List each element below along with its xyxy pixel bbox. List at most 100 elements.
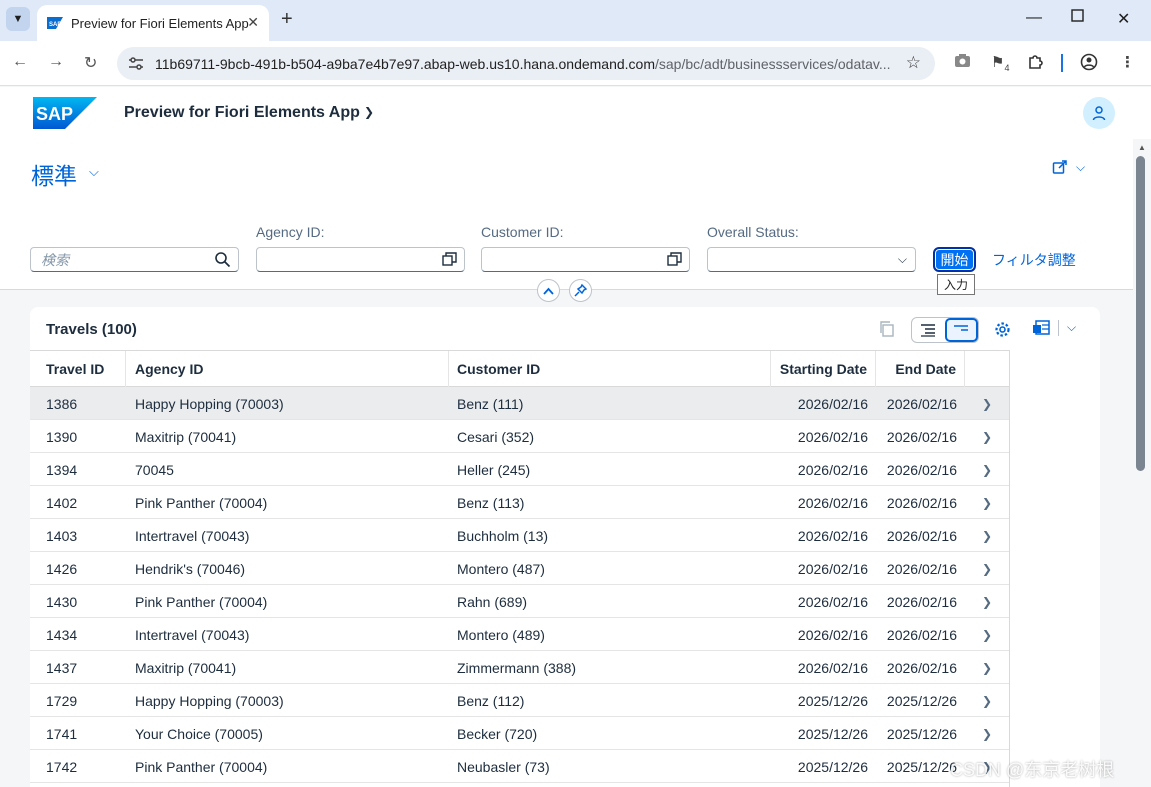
table-cell: 2026/02/16 — [886, 626, 957, 643]
customer-id-field[interactable] — [481, 247, 690, 272]
table-row[interactable]: 1434 Intertravel (70043) Montero (489) 2026… — [30, 618, 1009, 651]
tab-close-icon[interactable]: ✕ — [247, 14, 259, 31]
column-header-agency-id[interactable]: Agency ID — [126, 351, 449, 387]
row-navigation-chevron-icon[interactable]: ❯ — [982, 618, 992, 651]
table-cell: 1437 — [46, 659, 78, 676]
row-navigation-chevron-icon[interactable]: ❯ — [982, 420, 992, 453]
extensions-puzzle-icon[interactable] — [1027, 53, 1044, 70]
value-help-icon[interactable] — [667, 252, 682, 267]
table-cell: Benz (111) — [457, 395, 524, 412]
table-cell: 2026/02/16 — [886, 560, 957, 577]
tab-title: Preview for Fiori Elements App — [71, 15, 249, 31]
column-header-starting-date[interactable]: Starting Date — [771, 351, 876, 387]
overall-status-select[interactable]: ⌵ — [707, 247, 916, 272]
page-scrollbar[interactable]: ▲ — [1133, 139, 1151, 787]
table-row[interactable]: 1742 Pink Panther (70004) Neubasler (73) 20… — [30, 750, 1009, 783]
variant-chevron-down-icon[interactable]: ⌵ — [89, 164, 99, 180]
scroll-up-arrow-icon[interactable]: ▲ — [1138, 143, 1146, 152]
table-cell: Hendrik's (70046) — [135, 560, 246, 577]
overall-status-label: Overall Status: — [707, 224, 799, 240]
copy-icon[interactable] — [879, 321, 895, 337]
pin-header-button[interactable] — [569, 279, 592, 302]
flag-extension-icon[interactable]: ⚑4 — [991, 53, 1009, 73]
table-cell: Intertravel (70043) — [135, 527, 250, 544]
collapse-tree-button[interactable] — [944, 318, 978, 342]
table-cell: 2026/02/16 — [886, 428, 957, 445]
forward-arrow-icon[interactable]: → — [48, 53, 64, 71]
settings-gear-icon[interactable] — [994, 321, 1011, 338]
column-header-end-date[interactable]: End Date — [876, 351, 965, 387]
sap-logo[interactable]: SAP — [33, 97, 97, 129]
address-bar[interactable]: 11b69711-9bcb-491b-b504-a9ba7e4b7e97.aba… — [117, 47, 935, 80]
value-help-icon[interactable] — [442, 252, 457, 267]
bookmark-star-icon[interactable]: ☆ — [906, 53, 921, 73]
maximize-icon[interactable] — [1071, 9, 1084, 27]
table-cell: 2025/12/26 — [886, 758, 957, 775]
row-navigation-chevron-icon[interactable]: ❯ — [982, 585, 992, 618]
expand-tree-button[interactable] — [912, 318, 945, 342]
table-row[interactable]: 1741 Your Choice (70005) Becker (720) 2025/… — [30, 717, 1009, 750]
tab-search-chevron-icon[interactable]: ▼ — [6, 7, 30, 31]
go-button[interactable]: 開始 — [933, 247, 976, 272]
toolbar-divider — [1061, 54, 1063, 72]
table-header: Travel ID Agency ID Customer ID Starting… — [30, 350, 1009, 387]
user-avatar[interactable] — [1083, 97, 1115, 129]
site-info-icon[interactable] — [127, 55, 145, 73]
table-row[interactable]: 1394 70045 Heller (245) 2026/02/16 2026/02/1… — [30, 453, 1009, 486]
browser-menu-icon[interactable]: ⋮ — [1120, 53, 1135, 71]
table-cell: 2026/02/16 — [797, 626, 868, 643]
app-title[interactable]: Preview for Fiori Elements App — [124, 104, 360, 122]
go-tooltip: 入力 — [937, 274, 976, 295]
column-header-travel-id[interactable]: Travel ID — [30, 351, 126, 387]
table-cell: 2026/02/16 — [797, 494, 868, 511]
profile-icon[interactable] — [1080, 53, 1098, 71]
new-tab-plus-icon[interactable]: + — [281, 9, 293, 29]
table-row[interactable]: 1430 Pink Panther (70004) Rahn (689) 2026/0… — [30, 585, 1009, 618]
table-cell: 1742 — [46, 758, 78, 775]
variant-management[interactable]: 標準 — [31, 157, 77, 191]
row-navigation-chevron-icon[interactable]: ❯ — [982, 387, 992, 420]
window-close-icon[interactable]: ✕ — [1117, 9, 1130, 29]
row-navigation-chevron-icon[interactable]: ❯ — [982, 552, 992, 585]
filter-header: 標準 ⌵ ⌵ 検索 Agency ID: Customer ID: Overal… — [0, 139, 1133, 302]
table-row[interactable]: 1403 Intertravel (70043) Buchholm (13) 2026… — [30, 519, 1009, 552]
table-cell: 2026/02/16 — [797, 395, 868, 412]
table-row[interactable]: 1426 Hendrik's (70046) Montero (487) 2026/0… — [30, 552, 1009, 585]
adapt-filters-link[interactable]: フィルタ調整 — [992, 250, 1076, 270]
row-navigation-chevron-icon[interactable]: ❯ — [982, 651, 992, 684]
table-row[interactable]: 1402 Pink Panther (70004) Benz (113) 2026/0… — [30, 486, 1009, 519]
row-navigation-chevron-icon[interactable]: ❯ — [982, 453, 992, 486]
row-navigation-chevron-icon[interactable]: ❯ — [982, 486, 992, 519]
table-cell: 2026/02/16 — [886, 494, 957, 511]
table-cell: Intertravel (70043) — [135, 626, 250, 643]
table-cell: 2026/02/16 — [797, 593, 868, 610]
table-row[interactable]: 1437 Maxitrip (70041) Zimmermann (388) 2026… — [30, 651, 1009, 684]
row-navigation-chevron-icon[interactable]: ❯ — [982, 519, 992, 552]
share-button[interactable]: ⌵ — [1052, 159, 1085, 175]
table-cell: 2026/02/16 — [797, 527, 868, 544]
row-navigation-chevron-icon[interactable]: ❯ — [982, 684, 992, 717]
table-row[interactable]: 1729 Happy Hopping (70003) Benz (112) 2025/… — [30, 684, 1009, 717]
scrollbar-thumb[interactable] — [1136, 156, 1145, 471]
agency-id-field[interactable] — [256, 247, 465, 272]
reload-icon[interactable]: ↻ — [84, 53, 97, 73]
browser-tab[interactable]: SAP Preview for Fiori Elements App ✕ — [37, 5, 269, 41]
minimize-icon[interactable]: — — [1026, 9, 1042, 27]
back-arrow-icon[interactable]: ← — [12, 53, 28, 71]
app-menu-chevron-icon[interactable]: ❯ — [364, 105, 374, 119]
column-header-customer-id[interactable]: Customer ID — [449, 351, 771, 387]
table-cell: Benz (112) — [457, 692, 525, 709]
camera-icon[interactable] — [954, 53, 971, 68]
table-row[interactable]: 1386 Happy Hopping (70003) Benz (111) 2026/… — [30, 387, 1009, 420]
search-input[interactable]: 検索 — [30, 247, 239, 272]
collapse-header-button[interactable] — [537, 279, 560, 302]
table-right-border — [1009, 350, 1010, 787]
export-menu-button[interactable]: ⌵ — [1032, 319, 1076, 336]
table-cell: 2025/12/26 — [797, 725, 868, 742]
search-icon[interactable] — [214, 251, 231, 268]
table-row[interactable]: 1390 Maxitrip (70041) Cesari (352) 2026/02/… — [30, 420, 1009, 453]
row-navigation-chevron-icon[interactable]: ❯ — [982, 717, 992, 750]
table-cell: 1430 — [46, 593, 78, 610]
table-cell: 70045 — [135, 461, 174, 478]
table-cell: 2025/12/26 — [797, 758, 868, 775]
